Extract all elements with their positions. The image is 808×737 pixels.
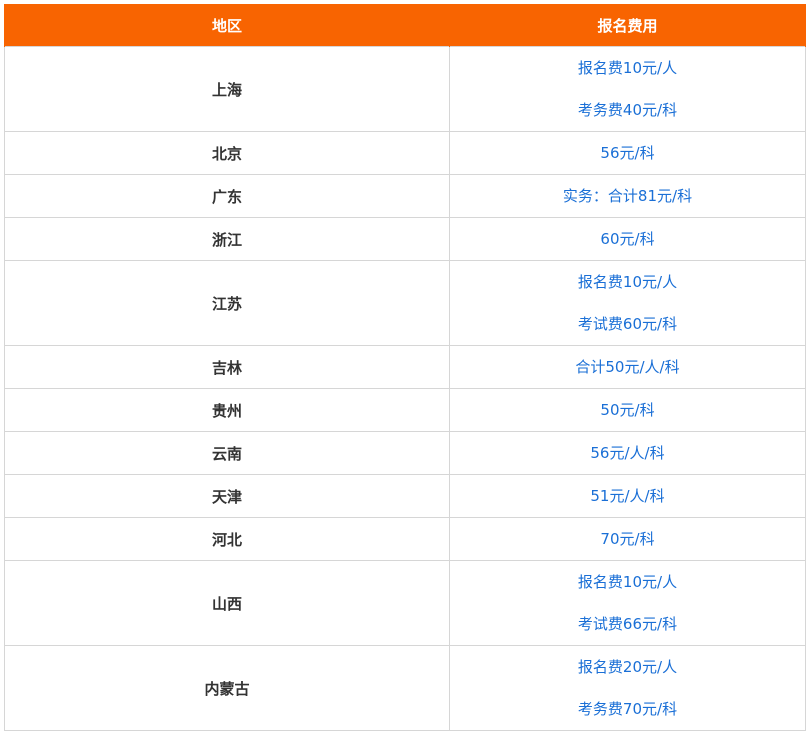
fee-line: 合计50元/人/科 — [575, 358, 680, 376]
fee-line: 报名费10元/人 — [577, 59, 678, 77]
fee-line: 50元/科 — [600, 401, 655, 419]
region-cell: 内蒙古 — [4, 645, 450, 731]
table-header-row: 地区 报名费用 — [4, 4, 806, 47]
table-row: 广东 实务：合计81元/科 — [4, 174, 806, 218]
fee-line: 考务费40元/科 — [577, 101, 678, 119]
table-row: 浙江 60元/科 — [4, 217, 806, 261]
fee-cell: 报名费10元/人 考务费40元/科 — [449, 46, 806, 132]
fee-table: 地区 报名费用 上海 报名费10元/人 考务费40元/科 北京 56元/科 广东 实务：合计… — [4, 4, 806, 731]
region-cell: 北京 — [4, 131, 450, 175]
fee-line: 51元/人/科 — [590, 487, 665, 505]
fee-cell: 51元/人/科 — [449, 474, 806, 518]
region-cell: 山西 — [4, 560, 450, 646]
region-cell: 浙江 — [4, 217, 450, 261]
table-row: 吉林 合计50元/人/科 — [4, 345, 806, 389]
fee-line: 70元/科 — [600, 530, 655, 548]
region-cell: 广东 — [4, 174, 450, 218]
table-row: 内蒙古 报名费20元/人 考务费70元/科 — [4, 645, 806, 731]
fee-line: 报名费10元/人 — [577, 573, 678, 591]
region-cell: 吉林 — [4, 345, 450, 389]
fee-line: 实务：合计81元/科 — [562, 187, 693, 205]
region-cell: 天津 — [4, 474, 450, 518]
region-cell: 上海 — [4, 46, 450, 132]
region-cell: 云南 — [4, 431, 450, 475]
fee-line: 报名费10元/人 — [577, 273, 678, 291]
fee-cell: 70元/科 — [449, 517, 806, 561]
table-row: 江苏 报名费10元/人 考试费60元/科 — [4, 260, 806, 346]
fee-cell: 实务：合计81元/科 — [449, 174, 806, 218]
fee-cell: 50元/科 — [449, 388, 806, 432]
fee-cell: 报名费20元/人 考务费70元/科 — [449, 645, 806, 731]
fee-cell: 60元/科 — [449, 217, 806, 261]
fee-cell: 合计50元/人/科 — [449, 345, 806, 389]
fee-line: 考务费70元/科 — [577, 700, 678, 718]
region-cell: 江苏 — [4, 260, 450, 346]
table-row: 云南 56元/人/科 — [4, 431, 806, 475]
fee-line: 报名费20元/人 — [577, 658, 678, 676]
fee-line: 60元/科 — [600, 230, 655, 248]
table-row: 天津 51元/人/科 — [4, 474, 806, 518]
fee-cell: 报名费10元/人 考试费60元/科 — [449, 260, 806, 346]
fee-line: 考试费60元/科 — [577, 315, 678, 333]
table-body: 上海 报名费10元/人 考务费40元/科 北京 56元/科 广东 实务：合计81元/科 浙江 6… — [4, 46, 806, 731]
fee-line: 56元/科 — [600, 144, 655, 162]
region-cell: 贵州 — [4, 388, 450, 432]
table-row: 北京 56元/科 — [4, 131, 806, 175]
table-row: 上海 报名费10元/人 考务费40元/科 — [4, 46, 806, 132]
table-row: 山西 报名费10元/人 考试费66元/科 — [4, 560, 806, 646]
region-cell: 河北 — [4, 517, 450, 561]
fee-cell: 56元/科 — [449, 131, 806, 175]
fee-cell: 报名费10元/人 考试费66元/科 — [449, 560, 806, 646]
fee-line: 56元/人/科 — [590, 444, 665, 462]
fee-cell: 56元/人/科 — [449, 431, 806, 475]
fee-line: 考试费66元/科 — [577, 615, 678, 633]
table-row: 河北 70元/科 — [4, 517, 806, 561]
table-row: 贵州 50元/科 — [4, 388, 806, 432]
column-header-fee: 报名费用 — [449, 4, 806, 47]
column-header-region: 地区 — [4, 4, 450, 47]
